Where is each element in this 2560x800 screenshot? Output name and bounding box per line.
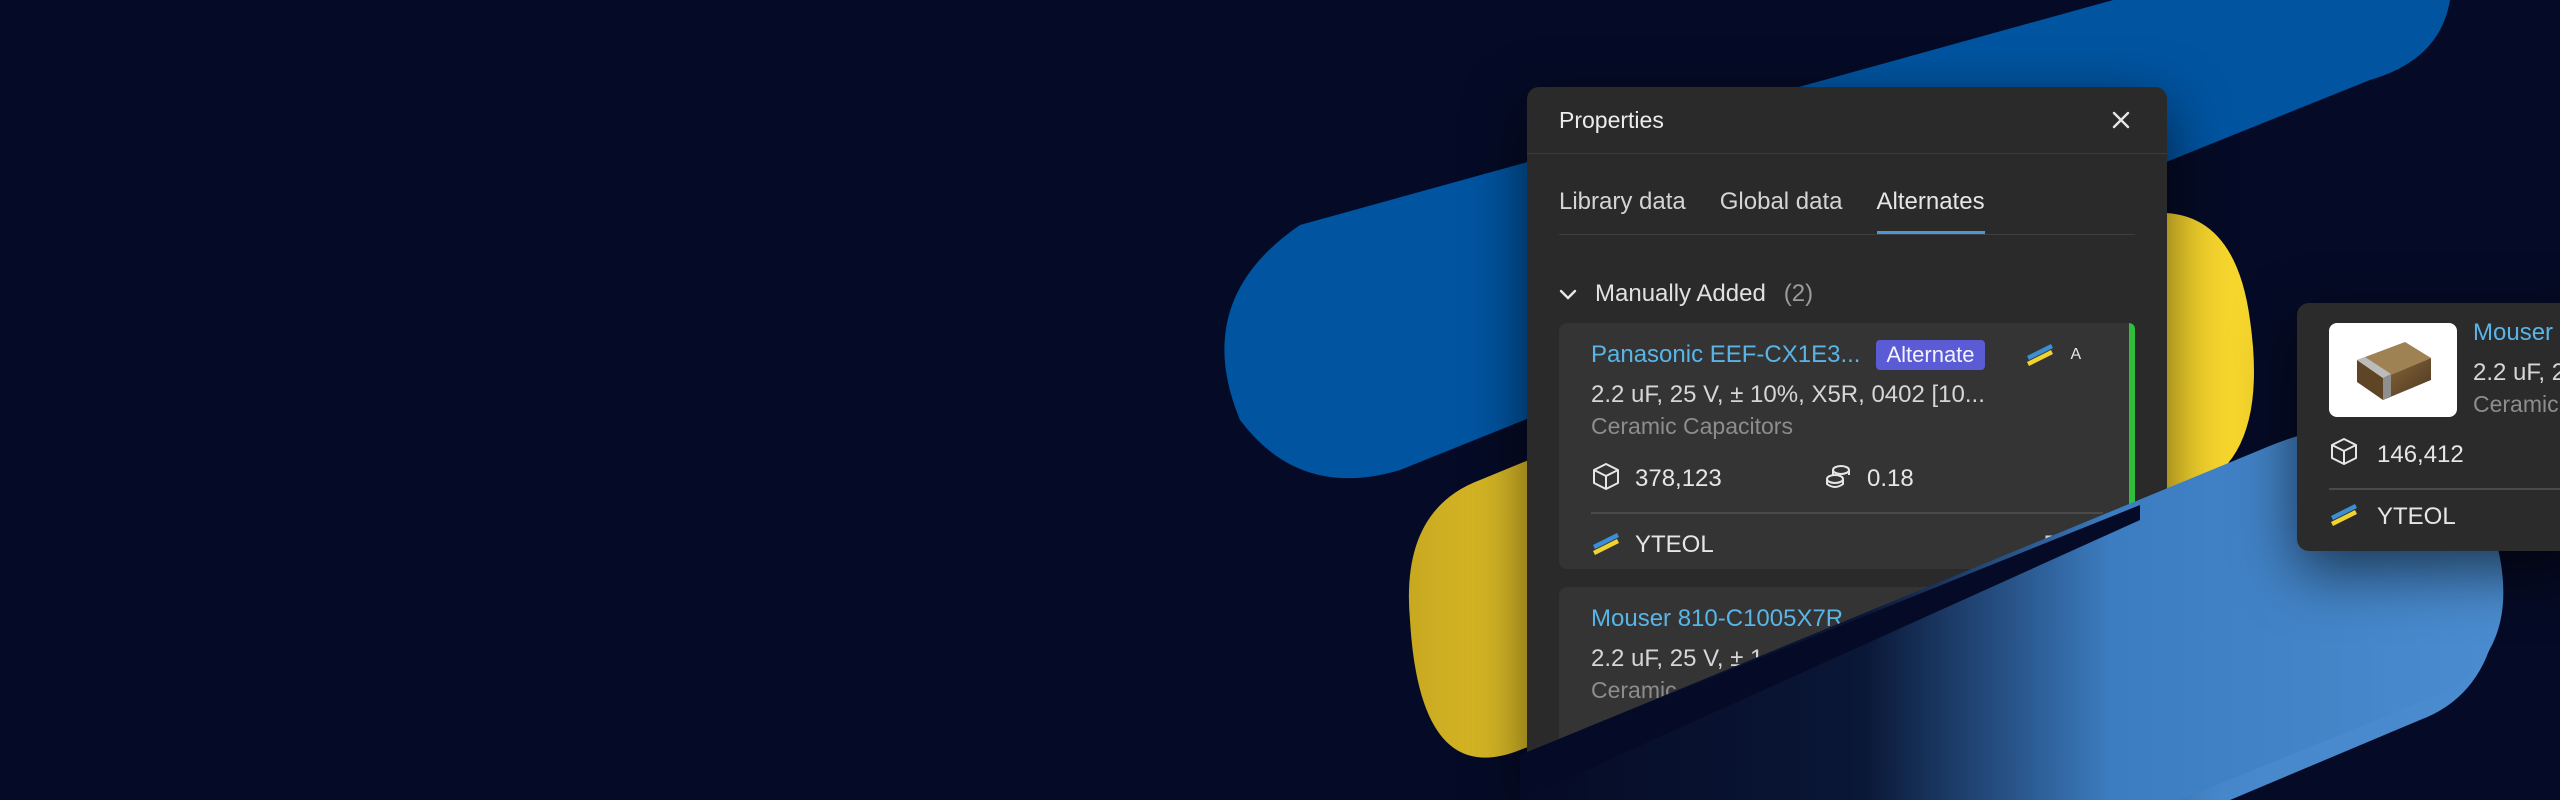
box-icon <box>2329 436 2359 473</box>
part-image <box>2329 323 2457 417</box>
part-category: Ceramic <box>2473 391 2559 417</box>
alternate-badge: Alternate <box>1876 340 1985 370</box>
part-link[interactable]: Panasonic EEF-CX1E3... <box>1591 341 1860 369</box>
tab-bar: Library data Global data Alternates <box>1559 154 2135 235</box>
lifecycle-icon <box>2329 500 2359 533</box>
stage: Properties Library data Global data Alte… <box>0 0 2560 800</box>
chevron-down-icon[interactable] <box>1559 280 1577 308</box>
stock-count: 378,123 <box>1635 465 1722 492</box>
part-category: Ceramic Capacitors <box>1591 413 1793 439</box>
part-category: Ceramic <box>1591 677 1677 703</box>
card-divider <box>2329 488 2560 490</box>
panel-title: Properties <box>1559 106 1664 133</box>
close-icon[interactable] <box>2107 106 2135 134</box>
section-manually-added[interactable]: Manually Added (2) <box>1527 265 2167 323</box>
lifecycle-years: 5+ ye <box>2043 531 2103 558</box>
section-count: (2) <box>1783 280 1814 307</box>
stock-count: 146,412 <box>2377 440 2464 468</box>
background-graphics <box>1224 0 2500 800</box>
supplier-logo-icon <box>2025 340 2055 371</box>
box-icon <box>1591 461 1621 498</box>
unit-price: 0.18 <box>1867 465 1914 492</box>
part-description: 2.2 uF, 25 V, ± 1 <box>1591 645 1764 672</box>
lifecycle-icon <box>1591 529 1621 562</box>
tab-alternates[interactable]: Alternates <box>1876 188 1985 234</box>
tab-global-data[interactable]: Global data <box>1720 188 1843 234</box>
part-link[interactable]: Mouser <box>2473 319 2553 347</box>
part-description: 2.2 uF, 2 <box>2473 359 2560 386</box>
lifecycle-status: YTEOL <box>2377 502 2456 530</box>
status-accent <box>2129 323 2135 555</box>
section-label: Manually Added <box>1595 280 1766 307</box>
coins-icon <box>1823 461 1853 498</box>
properties-panel: Properties Library data Global data Alte… <box>1527 87 2167 787</box>
lifecycle-status: YTEOL <box>1635 531 1714 558</box>
part-description: 2.2 uF, 25 V, ± 10%, X5R, 0402 [10... <box>1591 381 1985 408</box>
part-link[interactable]: Mouser 810-C1005X7R <box>1591 605 1843 633</box>
part-detail-card[interactable]: Mouser 2.2 uF, 2 Ceramic 146,412 YTEOL <box>2297 303 2560 551</box>
tab-library-data[interactable]: Library data <box>1559 188 1686 234</box>
alternate-card[interactable]: Mouser 810-C1005X7R 2.2 uF, 25 V, ± 1 Ce… <box>1559 587 2135 787</box>
panel-header: Properties <box>1527 87 2167 154</box>
alternate-card[interactable]: Panasonic EEF-CX1E3... Alternate A 2.2 u… <box>1559 323 2135 569</box>
supplier-code: A <box>2070 346 2082 363</box>
